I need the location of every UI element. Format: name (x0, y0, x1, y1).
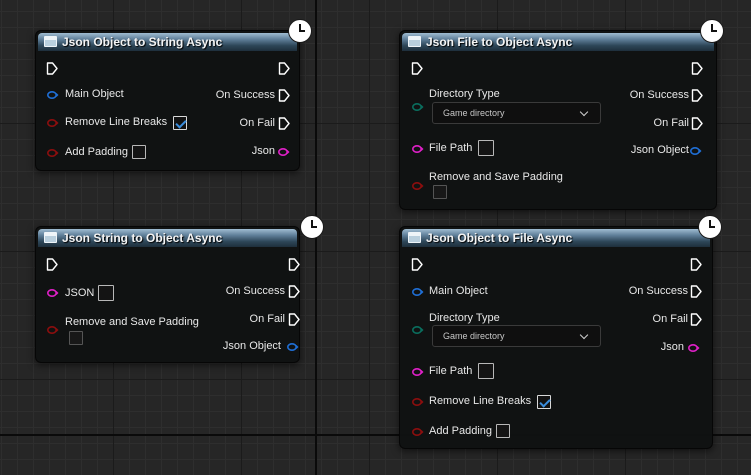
directory-type-dropdown[interactable]: Game directory (432, 325, 601, 347)
add-padding-label: Add Padding (429, 425, 492, 437)
on-success-label: On Success (629, 89, 689, 101)
json-input-field[interactable] (98, 285, 114, 301)
node-title: Json File to Object Async (426, 35, 573, 49)
node-header[interactable]: Json String to Object Async (38, 229, 297, 247)
on-success-exec-pin-icon[interactable] (690, 285, 702, 298)
exec-input-pin-icon[interactable] (411, 62, 423, 75)
json-object-output-label: Json Object (222, 340, 281, 352)
main-object-pin-icon[interactable] (412, 288, 424, 296)
file-path-label: File Path (429, 365, 473, 377)
on-fail-label: On Fail (653, 117, 689, 129)
on-success-label: On Success (225, 285, 285, 297)
node-json-object-to-string-async[interactable]: Json Object to String Async Main Object … (35, 30, 300, 171)
node-title: Json String to Object Async (62, 231, 223, 245)
json-input-label: JSON (65, 287, 95, 299)
function-icon (408, 232, 421, 243)
node-json-file-to-object-async[interactable]: Json File to Object Async Directory Type… (399, 30, 717, 210)
node-json-string-to-object-async[interactable]: Json String to Object Async JSON Remove … (35, 226, 300, 363)
directory-type-value: Game directory (443, 331, 505, 341)
on-fail-label: On Fail (239, 117, 275, 129)
on-fail-exec-pin-icon[interactable] (690, 313, 702, 326)
directory-type-value: Game directory (443, 108, 505, 118)
file-path-pin-icon[interactable] (412, 145, 424, 153)
directory-type-dropdown[interactable]: Game directory (432, 102, 601, 124)
chevron-down-icon (579, 330, 589, 340)
exec-input-pin-icon[interactable] (46, 258, 58, 271)
remove-and-save-padding-pin-icon[interactable] (412, 182, 424, 190)
exec-output-pin-icon[interactable] (278, 62, 290, 75)
main-object-label: Main Object (65, 88, 124, 100)
add-padding-checkbox[interactable] (496, 424, 510, 438)
json-output-pin-icon[interactable] (688, 344, 700, 352)
file-path-label: File Path (429, 142, 473, 154)
node-header[interactable]: Json Object to File Async (402, 229, 710, 247)
on-success-exec-pin-icon[interactable] (691, 89, 703, 102)
on-success-exec-pin-icon[interactable] (278, 89, 290, 102)
main-object-pin-icon[interactable] (47, 91, 59, 99)
node-json-object-to-file-async[interactable]: Json Object to File Async Main Object Di… (399, 226, 713, 449)
directory-type-label: Directory Type (429, 312, 500, 324)
remove-and-save-padding-pin-icon[interactable] (47, 326, 59, 334)
json-output-label: Json (251, 145, 275, 157)
function-icon (44, 36, 57, 47)
node-title: Json Object to File Async (426, 231, 573, 245)
json-object-output-pin-icon[interactable] (690, 147, 702, 155)
on-fail-label: On Fail (652, 313, 688, 325)
function-icon (408, 36, 421, 47)
file-path-input[interactable] (478, 363, 494, 379)
json-object-output-label: Json Object (630, 144, 689, 156)
remove-line-breaks-pin-icon[interactable] (47, 119, 59, 127)
exec-input-pin-icon[interactable] (411, 258, 423, 271)
json-input-pin-icon[interactable] (47, 289, 59, 297)
file-path-input[interactable] (478, 140, 494, 156)
on-success-label: On Success (628, 285, 688, 297)
exec-output-pin-icon[interactable] (691, 62, 703, 75)
exec-output-pin-icon[interactable] (288, 258, 300, 271)
remove-and-save-padding-checkbox[interactable] (69, 331, 83, 345)
json-output-pin-icon[interactable] (278, 148, 290, 156)
remove-line-breaks-checkbox[interactable] (537, 395, 551, 409)
remove-and-save-padding-label: Remove and Save Padding (429, 171, 563, 183)
remove-line-breaks-label: Remove Line Breaks (65, 116, 168, 128)
chevron-down-icon (579, 107, 589, 117)
exec-input-pin-icon[interactable] (46, 62, 58, 75)
on-fail-label: On Fail (249, 313, 285, 325)
latent-clock-icon (288, 19, 312, 43)
function-icon (44, 232, 57, 243)
add-padding-pin-icon[interactable] (47, 149, 59, 157)
remove-and-save-padding-checkbox[interactable] (433, 185, 447, 199)
on-fail-exec-pin-icon[interactable] (691, 117, 703, 130)
add-padding-checkbox[interactable] (132, 145, 146, 159)
json-output-label: Json (660, 341, 684, 353)
latent-clock-icon (700, 19, 724, 43)
on-fail-exec-pin-icon[interactable] (288, 313, 300, 326)
latent-clock-icon (698, 215, 722, 239)
node-title: Json Object to String Async (62, 35, 223, 49)
remove-and-save-padding-label: Remove and Save Padding (65, 316, 199, 328)
add-padding-pin-icon[interactable] (412, 428, 424, 436)
node-header[interactable]: Json File to Object Async (402, 33, 714, 51)
file-path-pin-icon[interactable] (412, 368, 424, 376)
exec-output-pin-icon[interactable] (690, 258, 702, 271)
remove-line-breaks-pin-icon[interactable] (412, 398, 424, 406)
latent-clock-icon (300, 215, 324, 239)
remove-line-breaks-label: Remove Line Breaks (429, 395, 532, 407)
on-success-exec-pin-icon[interactable] (288, 285, 300, 298)
add-padding-label: Add Padding (65, 146, 128, 158)
remove-line-breaks-checkbox[interactable] (173, 116, 187, 130)
directory-type-label: Directory Type (429, 88, 500, 100)
json-object-output-pin-icon[interactable] (287, 343, 299, 351)
main-object-label: Main Object (429, 285, 488, 297)
directory-type-pin-icon[interactable] (412, 326, 424, 334)
on-fail-exec-pin-icon[interactable] (278, 117, 290, 130)
on-success-label: On Success (215, 89, 275, 101)
directory-type-pin-icon[interactable] (412, 103, 424, 111)
node-header[interactable]: Json Object to String Async (38, 33, 297, 51)
